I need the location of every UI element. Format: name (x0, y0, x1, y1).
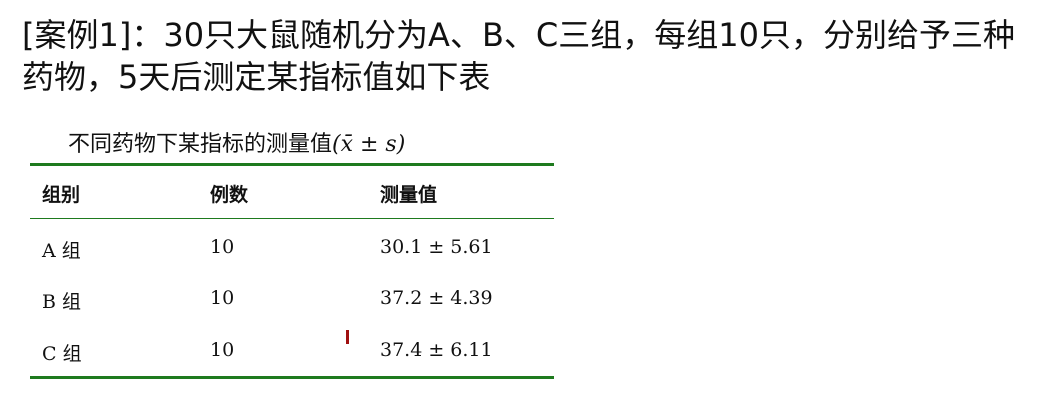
header-group: 组别 (42, 184, 81, 206)
table-top-rule (30, 163, 554, 166)
row-c-value: 37.4 ± 6.11 (380, 339, 493, 361)
table-bottom-rule (30, 376, 554, 379)
row-c-group: C 组 (42, 343, 82, 365)
row-b-value: 37.2 ± 4.39 (380, 287, 493, 309)
case-heading: [案例1]：30只大鼠随机分为A、B、C三组，每组10只，分别给予三种药物，5天… (22, 16, 1015, 96)
row-c-count: 10 (210, 339, 235, 361)
table-header-rule (30, 218, 554, 219)
row-a-count: 10 (210, 236, 235, 258)
row-b-group: B 组 (42, 291, 82, 313)
text-cursor-mark (346, 330, 349, 344)
header-value: 测量值 (380, 184, 438, 206)
table-caption-main: 不同药物下某指标的测量值 (68, 132, 333, 157)
row-a-group: A 组 (42, 240, 81, 262)
table-caption-stat: (x̄ ± s) (332, 132, 406, 157)
header-count: 例数 (210, 184, 249, 206)
row-a-value: 30.1 ± 5.61 (380, 236, 493, 258)
row-b-count: 10 (210, 287, 235, 309)
table-caption: 不同药物下某指标的测量值(x̄ ± s) (68, 130, 405, 160)
